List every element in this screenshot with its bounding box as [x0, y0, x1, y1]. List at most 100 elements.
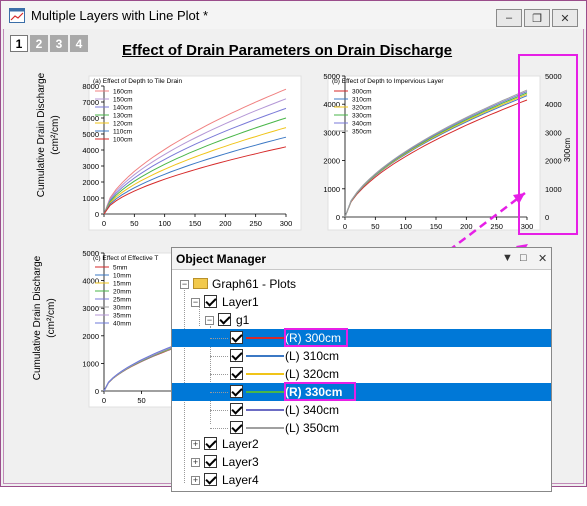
- plot-checkbox-350cm[interactable]: [230, 421, 243, 434]
- dropdown-arrow-icon[interactable]: ▼: [502, 252, 513, 264]
- panel-b-label: (b) Effect of Depth to Impervious Layer: [332, 78, 444, 85]
- x-tick-label: 250: [249, 219, 262, 228]
- layer1-label: Layer1: [222, 295, 259, 309]
- collapse-icon[interactable]: −: [191, 298, 200, 307]
- tree-node-layer1[interactable]: − Layer1: [172, 293, 551, 311]
- line-swatch-320cm: [246, 373, 284, 375]
- legend-label-330cm: 330cm: [352, 113, 372, 120]
- y-tick-label: 1000: [82, 359, 99, 368]
- label-highlight-300cm: [284, 328, 348, 347]
- tree-node-layer4[interactable]: + Layer4: [172, 471, 551, 489]
- object-manager-header: Object Manager ▼ □ ✕: [172, 248, 551, 270]
- plot-row-320cm[interactable]: (L) 320cm: [172, 365, 551, 383]
- object-manager-panel: Object Manager ▼ □ ✕ − Graph61 - Plots −…: [171, 247, 552, 492]
- legend-label-110cm: 110cm: [113, 129, 132, 136]
- tree-node-layer3[interactable]: + Layer3: [172, 453, 551, 471]
- line-swatch-300cm: [246, 337, 284, 339]
- x-tick-label: 0: [343, 222, 347, 231]
- legend-label-5mm: 5mm: [113, 265, 127, 272]
- collapse-icon[interactable]: −: [180, 280, 189, 289]
- x-tick-label: 200: [460, 222, 473, 231]
- g1-checkbox[interactable]: [218, 313, 231, 326]
- plot-checkbox-320cm[interactable]: [230, 367, 243, 380]
- x-tick-label: 200: [219, 219, 232, 228]
- layer2-checkbox[interactable]: [204, 437, 217, 450]
- expand-icon[interactable]: +: [191, 476, 200, 485]
- folder-icon: [193, 278, 208, 289]
- line-swatch-330cm: [246, 391, 284, 393]
- maximize-icon[interactable]: □: [520, 252, 527, 264]
- line-swatch-310cm: [246, 355, 284, 357]
- x-tick-label: 150: [189, 219, 202, 228]
- tree-guide: [210, 338, 228, 339]
- legend-label-25mm: 25mm: [113, 297, 131, 304]
- layer3-checkbox[interactable]: [204, 455, 217, 468]
- plot-row-340cm[interactable]: (L) 340cm: [172, 401, 551, 419]
- layer4-label: Layer4: [222, 473, 259, 487]
- y-tick-label: 5000: [323, 72, 340, 81]
- x-tick-label: 50: [130, 219, 138, 228]
- legend-label-350cm: 350cm: [352, 129, 372, 136]
- legend-label-320cm: 320cm: [352, 105, 372, 112]
- plot-checkbox-340cm[interactable]: [230, 403, 243, 416]
- y-tick-label: 8000: [82, 82, 99, 91]
- legend-label-130cm: 130cm: [113, 113, 133, 120]
- layer2-label: Layer2: [222, 437, 259, 451]
- object-manager-title: Object Manager: [176, 252, 267, 266]
- legend-label-15mm: 15mm: [113, 281, 131, 288]
- line-swatch-350cm: [246, 427, 284, 429]
- panel-c-frame: [88, 252, 180, 408]
- panel-a-ylabel: Cumulative Drain Discharge: [36, 72, 47, 197]
- y-tick-label: 2000: [82, 178, 99, 187]
- layer1-checkbox[interactable]: [204, 295, 217, 308]
- y-tick-label: 5000: [82, 249, 99, 258]
- tree-guide: [210, 428, 228, 429]
- tree-guide: [210, 410, 228, 411]
- legend-label-300cm: 300cm: [352, 89, 372, 96]
- plot-checkbox-330cm[interactable]: [230, 385, 243, 398]
- tree-guide: [210, 356, 228, 357]
- tree-root-label: Graph61 - Plots: [212, 277, 297, 291]
- tree-guide: [210, 374, 228, 375]
- y-tick-label: 2000: [82, 332, 99, 341]
- tree-node-root[interactable]: − Graph61 - Plots: [172, 275, 551, 293]
- tree-node-layer2[interactable]: + Layer2: [172, 435, 551, 453]
- y-tick-label: 3000: [323, 128, 340, 137]
- line-swatch-340cm: [246, 409, 284, 411]
- panel-c-ylabel: Cumulative Drain Discharge: [32, 255, 43, 380]
- tree-node-g1[interactable]: − g1: [172, 311, 551, 329]
- panel-a: Cumulative Drain Discharge (cm²/cm) (a) …: [36, 72, 302, 231]
- panel-a-label: (a) Effect of Depth to Tile Drain: [93, 78, 182, 85]
- layer3-label: Layer3: [222, 455, 259, 469]
- y-tick-label: 0: [95, 387, 99, 396]
- plot-checkbox-300cm[interactable]: [230, 331, 243, 344]
- x-tick-label: 250: [490, 222, 503, 231]
- y-tick-label: 0: [336, 213, 340, 222]
- tree-guide: [210, 392, 228, 393]
- plot-label-310cm: (L) 310cm: [285, 349, 340, 363]
- y-tick-label: 1000: [323, 185, 340, 194]
- x-tick-label: 150: [430, 222, 443, 231]
- plot-checkbox-310cm[interactable]: [230, 349, 243, 362]
- collapse-icon[interactable]: −: [205, 316, 214, 325]
- layer4-checkbox[interactable]: [204, 473, 217, 486]
- legend-label-10mm: 10mm: [113, 273, 131, 280]
- plot-label-340cm: (L) 340cm: [285, 403, 340, 417]
- right-axis-highlight: [518, 54, 578, 235]
- legend-label-150cm: 150cm: [113, 97, 133, 104]
- legend-label-310cm: 310cm: [352, 97, 372, 104]
- panel-c-label: (c) Effect of Effective T: [93, 255, 158, 262]
- plot-row-330cm[interactable]: (R) 330cm: [172, 383, 551, 401]
- expand-icon[interactable]: +: [191, 458, 200, 467]
- expand-icon[interactable]: +: [191, 440, 200, 449]
- panel-c-yunit: (cm²/cm): [46, 298, 57, 337]
- legend-label-100cm: 100cm: [113, 137, 133, 144]
- plot-row-310cm[interactable]: (L) 310cm: [172, 347, 551, 365]
- plot-row-300cm[interactable]: (R) 300cm: [172, 329, 551, 347]
- y-tick-label: 3000: [82, 304, 99, 313]
- legend-label-20mm: 20mm: [113, 289, 131, 296]
- close-icon[interactable]: ✕: [538, 252, 547, 265]
- x-tick-label: 100: [399, 222, 412, 231]
- y-tick-label: 2000: [323, 157, 340, 166]
- legend-label-30mm: 30mm: [113, 305, 131, 312]
